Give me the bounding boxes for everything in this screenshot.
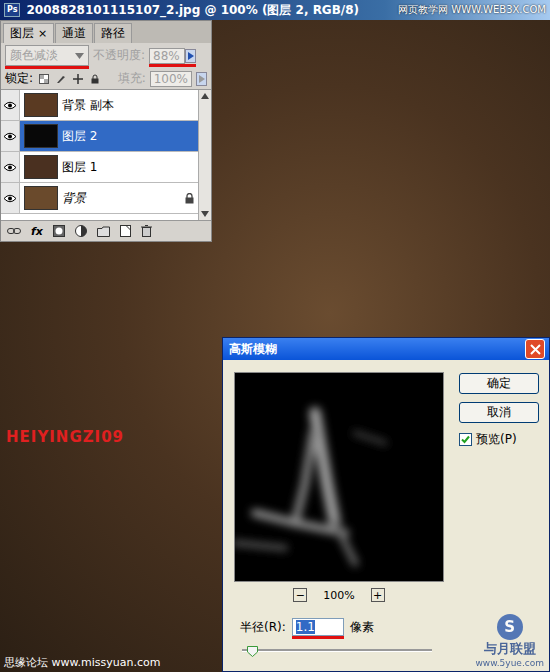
fill-label: 填充:: [118, 70, 146, 87]
lock-row: 锁定: 填充: 100%: [1, 68, 211, 89]
close-icon: [530, 344, 541, 355]
fill-field[interactable]: 100%: [150, 71, 192, 87]
close-icon[interactable]: ×: [38, 27, 47, 40]
arrow-right-icon: [188, 52, 194, 60]
radius-slider[interactable]: [242, 646, 432, 660]
zoom-out-button[interactable]: −: [293, 588, 307, 602]
lock-move-icon[interactable]: [71, 72, 84, 85]
logo-text: 与月联盟: [484, 640, 536, 658]
blur-preview[interactable]: [234, 372, 444, 582]
screen: Ps 2008828101115107_2.jpg @ 100% (图层 2, …: [0, 0, 550, 672]
watermark: 网页教学网 WWW.WEB3X.COM: [398, 3, 546, 17]
layer-name: 图层 2: [62, 128, 194, 145]
lock-label: 锁定:: [5, 70, 33, 87]
panel-tab[interactable]: 路径: [94, 23, 132, 43]
fill-slider-button[interactable]: [196, 72, 207, 86]
dialog-button[interactable]: 确定: [459, 373, 539, 394]
mask-icon[interactable]: [53, 225, 65, 237]
forum-watermark: 思缘论坛 www.missyuan.com: [4, 655, 160, 670]
lock-brush-icon[interactable]: [54, 72, 67, 85]
eye-icon: [3, 132, 17, 141]
visibility-toggle[interactable]: [1, 152, 20, 182]
preview-image: [235, 373, 443, 581]
panel-toolbar: fx: [1, 220, 211, 241]
arrow-right-icon: [199, 75, 205, 83]
dropdown-arrow-icon: [75, 53, 84, 59]
slider-thumb-icon[interactable]: [247, 646, 258, 657]
layer-scrollbar[interactable]: [198, 90, 211, 220]
preview-checkbox-row[interactable]: 预览(P): [459, 431, 539, 448]
layer-thumbnail: [24, 155, 58, 179]
panel-tab[interactable]: 图层 ×: [3, 23, 54, 43]
close-button[interactable]: [525, 339, 545, 359]
title-bar: Ps 2008828101115107_2.jpg @ 100% (图层 2, …: [0, 0, 550, 20]
radius-unit: 像素: [350, 619, 374, 636]
eye-icon: [3, 101, 17, 110]
opacity-control: 88%: [149, 48, 196, 64]
link-icon[interactable]: [7, 226, 21, 236]
trash-icon[interactable]: [141, 225, 152, 237]
check-icon: [461, 435, 470, 444]
opacity-field[interactable]: 88%: [149, 48, 185, 64]
logo-badge: S: [497, 614, 523, 640]
photoshop-icon: Ps: [4, 3, 20, 17]
layer-thumbnail: [24, 124, 58, 148]
layer-name: 图层 1: [62, 159, 194, 176]
adjustment-icon[interactable]: [75, 225, 87, 237]
opacity-label: 不透明度:: [93, 47, 145, 64]
layer-row[interactable]: 图层 1: [1, 152, 198, 183]
dialog-title: 高斯模糊: [229, 341, 277, 358]
signature: HEIYINGZI09: [6, 428, 124, 446]
zoom-row: − 100% +: [293, 588, 384, 602]
logo-url: www.5yue.com: [476, 658, 545, 668]
visibility-toggle[interactable]: [1, 121, 20, 151]
zoom-in-button[interactable]: +: [371, 588, 385, 602]
zoom-level: 100%: [323, 589, 354, 602]
eye-icon: [3, 163, 17, 172]
dialog-title-bar: 高斯模糊: [223, 338, 549, 360]
opacity-slider-button[interactable]: [185, 49, 196, 63]
layer-row[interactable]: 图层 2: [1, 121, 198, 152]
watermark-logo: S 与月联盟 www.5yue.com: [476, 614, 545, 668]
blend-mode-dropdown[interactable]: 颜色减淡: [5, 45, 89, 66]
new-layer-icon[interactable]: [120, 225, 131, 237]
panel-tabs: 图层 ×通道 路径: [1, 21, 211, 43]
panel-tab[interactable]: 通道: [55, 23, 93, 43]
preview-checkbox[interactable]: [459, 433, 472, 446]
window-title: 2008828101115107_2.jpg @ 100% (图层 2, RGB…: [26, 2, 392, 19]
layer-list: 背景 副本 图层 2 图层 1 背景: [1, 89, 211, 220]
layer-row[interactable]: 背景 副本: [1, 90, 198, 121]
fx-button[interactable]: fx: [31, 225, 43, 238]
layer-name: 背景 副本: [62, 97, 194, 114]
layer-thumbnail: [24, 186, 58, 210]
folder-icon[interactable]: [97, 226, 110, 237]
blend-row: 颜色减淡 不透明度: 88%: [1, 43, 211, 68]
radius-row: 半径(R): 1.1 像素: [234, 618, 539, 636]
lock-transparency-icon[interactable]: [37, 72, 50, 85]
dialog-button[interactable]: 取消: [459, 402, 539, 423]
layer-thumbnail: [24, 93, 58, 117]
lock-icon: [185, 193, 194, 204]
visibility-toggle[interactable]: [1, 90, 20, 120]
eye-icon: [3, 194, 17, 203]
layer-name: 背景: [62, 190, 181, 207]
radius-label: 半径(R):: [240, 619, 286, 636]
radius-field[interactable]: 1.1: [292, 618, 344, 636]
layers-panel: 图层 ×通道 路径 颜色减淡 不透明度: 88% 锁定: 填充: 100% 背景…: [0, 20, 212, 242]
layer-row[interactable]: 背景: [1, 183, 198, 214]
visibility-toggle[interactable]: [1, 183, 20, 213]
lock-all-icon[interactable]: [88, 72, 101, 85]
